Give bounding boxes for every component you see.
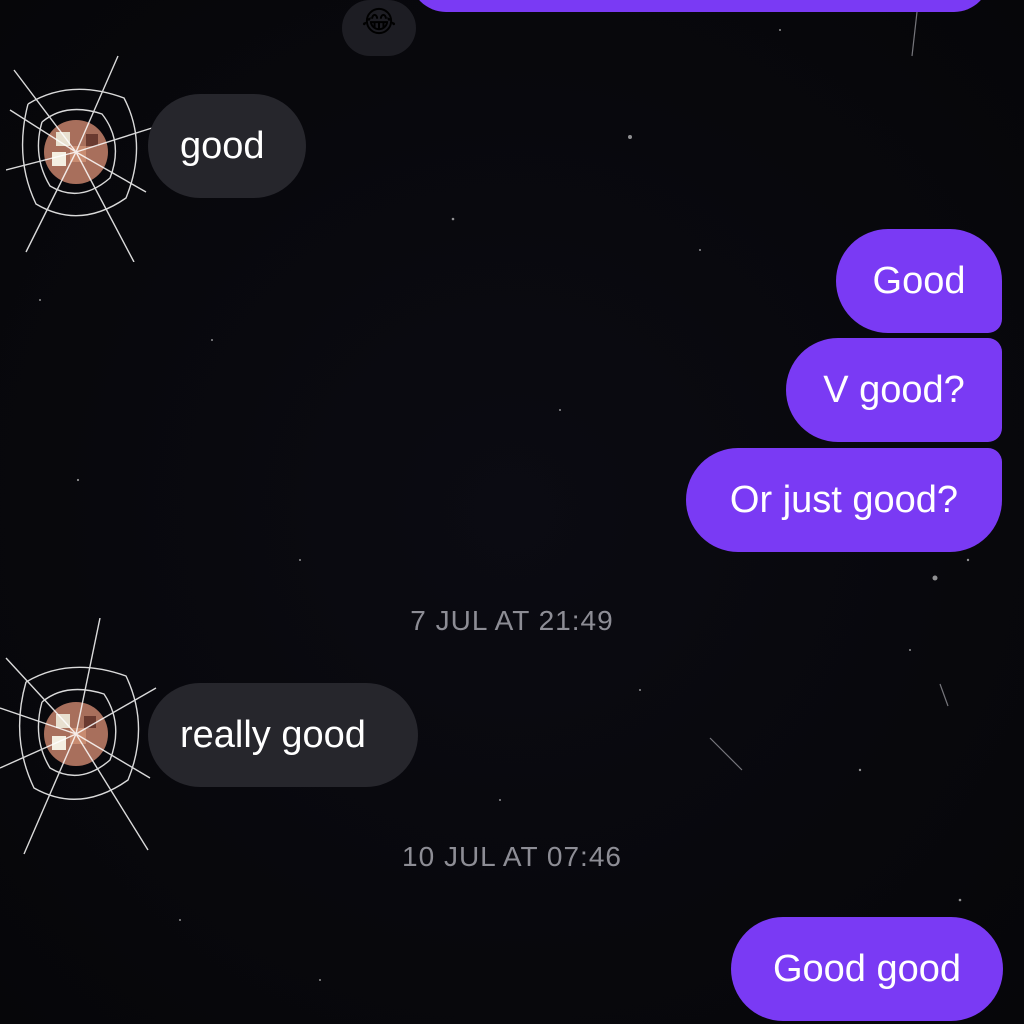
message-bubble-incoming[interactable]: good	[148, 94, 306, 198]
message-bubble-outgoing[interactable]: Good good	[731, 917, 1003, 1021]
avatar-cracked-glass-icon[interactable]	[6, 52, 156, 262]
message-bubble-outgoing[interactable]: Good	[836, 229, 1002, 333]
message-bubble-outgoing[interactable]: V good?	[786, 338, 1002, 442]
message-bubble-incoming[interactable]: really good	[148, 683, 418, 787]
message-bubble-outgoing-partial[interactable]	[410, 0, 990, 12]
message-bubble-outgoing[interactable]: Or just good?	[686, 448, 1002, 552]
laughing-emoji-reaction-icon[interactable]: 😂	[342, 0, 416, 56]
chat-screen: 😂 good Good V good? Or just good? 7 JUL …	[0, 0, 1024, 1024]
avatar-cracked-glass-icon[interactable]	[0, 618, 160, 858]
timestamp: 10 JUL AT 07:46	[402, 841, 622, 872]
